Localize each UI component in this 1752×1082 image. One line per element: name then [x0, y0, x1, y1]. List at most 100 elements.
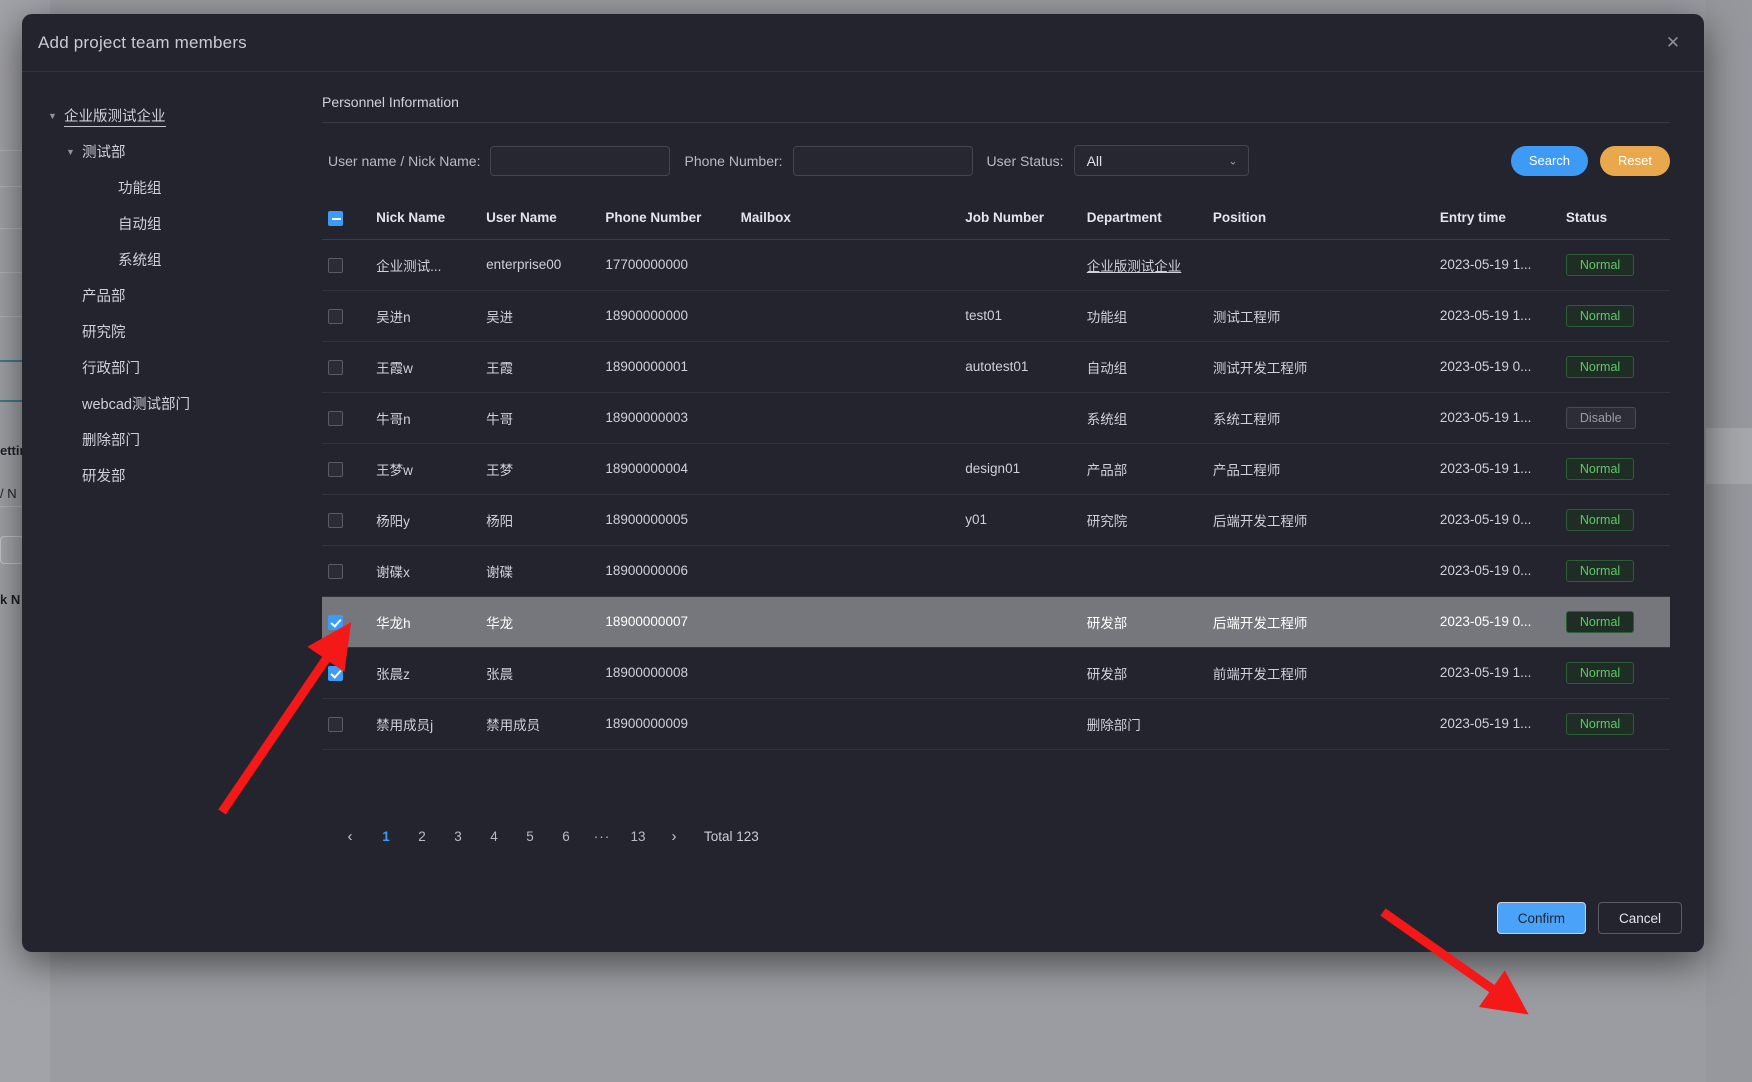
- row-checkbox[interactable]: [328, 257, 343, 273]
- reset-button[interactable]: Reset: [1600, 145, 1670, 176]
- personnel-table: Nick Name User Name Phone Number Mailbox…: [322, 200, 1670, 750]
- pagination-page[interactable]: 2: [409, 824, 435, 850]
- table-row[interactable]: 谢碟x 谢碟 18900000006 2023-05-19 0... Normal: [322, 545, 1670, 597]
- row-checkbox[interactable]: [328, 512, 343, 528]
- cell-user-name: 牛哥: [480, 392, 600, 444]
- filter-bar: User name / Nick Name: Phone Number: Use…: [322, 145, 1670, 176]
- user-status-select[interactable]: All ⌄: [1073, 145, 1249, 176]
- cell-status: Disable: [1559, 392, 1670, 444]
- cell-phone-number: 17700000000: [599, 239, 735, 291]
- cell-user-name: 王梦: [480, 443, 600, 495]
- dialog-footer: Confirm Cancel: [1496, 902, 1682, 934]
- row-checkbox-cell: [322, 545, 371, 597]
- cell-entry-time: 2023-05-19 1...: [1433, 290, 1560, 342]
- cell-phone-number: 18900000000: [599, 290, 735, 342]
- column-mailbox: Mailbox: [734, 200, 960, 240]
- table-row[interactable]: 华龙h 华龙 18900000007 研发部 后端开发工程师 2023-05-19 0..…: [322, 596, 1670, 648]
- row-checkbox[interactable]: [328, 665, 343, 681]
- cell-department: 研究院: [1080, 494, 1207, 546]
- cancel-button[interactable]: Cancel: [1597, 902, 1682, 934]
- table-row[interactable]: 牛哥n 牛哥 18900000003 系统组 系统工程师 2023-05-19 1... D…: [322, 392, 1670, 444]
- chevron-down-icon[interactable]: ▼: [48, 111, 64, 121]
- section-divider: [322, 122, 1670, 123]
- tree-node-admin-dept[interactable]: ▼ 行政部门: [48, 350, 302, 386]
- cell-position: 后端开发工程师: [1206, 596, 1434, 648]
- chevron-right-icon[interactable]: ›: [661, 824, 687, 850]
- row-checkbox[interactable]: [328, 410, 343, 426]
- cell-nick-name: 张晨z: [370, 647, 481, 699]
- status-badge: Normal: [1565, 610, 1635, 633]
- department-tree: ▼ 企业版测试企业 ▼ 测试部 ▼ 功能组 ▼ 自动组 ▼ 系统组 ▼ 产品部: [22, 72, 312, 952]
- tree-node-org[interactable]: ▼ 企业版测试企业: [48, 98, 302, 134]
- select-all-checkbox[interactable]: [328, 210, 343, 226]
- tree-node-webcad-dept[interactable]: ▼ webcad测试部门: [48, 386, 302, 422]
- tree-node-label: 行政部门: [82, 361, 140, 377]
- cell-user-name: 华龙: [480, 596, 600, 648]
- cell-status: Normal: [1559, 341, 1670, 393]
- table-header: Nick Name User Name Phone Number Mailbox…: [322, 200, 1670, 240]
- table-row[interactable]: 企业测试... enterprise00 17700000000 企业版测试企业 202…: [322, 239, 1670, 291]
- row-checkbox[interactable]: [328, 308, 343, 324]
- pagination-page[interactable]: 6: [553, 824, 579, 850]
- row-checkbox[interactable]: [328, 716, 343, 732]
- table-row[interactable]: 禁用成员j 禁用成员 18900000009 删除部门 2023-05-19 1... N…: [322, 698, 1670, 750]
- pagination-page[interactable]: 3: [445, 824, 471, 850]
- close-icon[interactable]: ✕: [1660, 30, 1686, 56]
- cell-job-number: [959, 698, 1081, 750]
- cell-user-name: 杨阳: [480, 494, 600, 546]
- table-body: 企业测试... enterprise00 17700000000 企业版测试企业 202…: [322, 239, 1670, 750]
- table-row[interactable]: 王梦w 王梦 18900000004 design01 产品部 产品工程师 2023-05-…: [322, 443, 1670, 495]
- table-row[interactable]: 王霞w 王霞 18900000001 autotest01 自动组 测试开发工程师 2023…: [322, 341, 1670, 393]
- row-checkbox[interactable]: [328, 359, 343, 375]
- pagination-page[interactable]: 4: [481, 824, 507, 850]
- tree-node-research-institute[interactable]: ▼ 研究院: [48, 314, 302, 350]
- tree-node-rnd-dept[interactable]: ▼ 研发部: [48, 458, 302, 494]
- status-badge: Normal: [1565, 508, 1635, 531]
- pagination-page[interactable]: 1: [373, 824, 399, 850]
- row-checkbox[interactable]: [328, 461, 343, 477]
- pagination-page[interactable]: 13: [625, 824, 651, 850]
- table-row[interactable]: 杨阳y 杨阳 18900000005 y01 研究院 后端开发工程师 2023-05-19 …: [322, 494, 1670, 546]
- tree-node-deleted-dept[interactable]: ▼ 删除部门: [48, 422, 302, 458]
- cell-position: 系统工程师: [1206, 392, 1434, 444]
- bg-fragment-text: / N: [0, 486, 17, 501]
- username-input[interactable]: [490, 145, 671, 176]
- cell-job-number: design01: [959, 443, 1081, 495]
- phone-input[interactable]: [792, 145, 973, 176]
- table-row[interactable]: 吴进n 吴进 18900000000 test01 功能组 测试工程师 2023-05-19…: [322, 290, 1670, 342]
- tree-node-product-dept[interactable]: ▼ 产品部: [48, 278, 302, 314]
- cell-position: [1206, 545, 1434, 597]
- row-checkbox-cell: [322, 239, 371, 291]
- cell-status: Normal: [1559, 290, 1670, 342]
- chevron-down-icon[interactable]: ▼: [66, 147, 82, 157]
- cell-phone-number: 18900000001: [599, 341, 735, 393]
- cell-department: 系统组: [1080, 392, 1207, 444]
- row-checkbox[interactable]: [328, 563, 343, 579]
- tree-node-test-dept[interactable]: ▼ 测试部: [48, 134, 302, 170]
- tree-node-label: 删除部门: [82, 433, 140, 449]
- search-button[interactable]: Search: [1510, 145, 1589, 176]
- confirm-button[interactable]: Confirm: [1496, 902, 1586, 934]
- row-checkbox[interactable]: [328, 614, 343, 630]
- department-link[interactable]: 企业版测试企业: [1087, 259, 1182, 274]
- status-badge: Disable: [1565, 406, 1636, 429]
- status-badge: Normal: [1565, 253, 1635, 276]
- cell-nick-name: 王霞w: [370, 341, 481, 393]
- row-checkbox-cell: [322, 647, 371, 699]
- cell-department: 自动组: [1080, 341, 1207, 393]
- personnel-panel: Personnel Information User name / Nick N…: [312, 72, 1704, 952]
- pagination-page[interactable]: 5: [517, 824, 543, 850]
- row-checkbox-cell: [322, 392, 371, 444]
- tree-node-function-group[interactable]: ▼ 功能组: [48, 170, 302, 206]
- cell-mailbox: [734, 290, 960, 342]
- tree-node-auto-group[interactable]: ▼ 自动组: [48, 206, 302, 242]
- cell-user-name: 禁用成员: [480, 698, 600, 750]
- tree-node-label: 系统组: [118, 253, 162, 269]
- tree-node-system-group[interactable]: ▼ 系统组: [48, 242, 302, 278]
- chevron-left-icon[interactable]: ‹: [337, 824, 363, 850]
- cell-mailbox: [734, 494, 960, 546]
- table-row[interactable]: 张晨z 张晨 18900000008 研发部 前端开发工程师 2023-05-19 1..…: [322, 647, 1670, 699]
- cell-job-number: test01: [959, 290, 1081, 342]
- cell-status: Normal: [1559, 698, 1670, 750]
- row-checkbox-cell: [322, 341, 371, 393]
